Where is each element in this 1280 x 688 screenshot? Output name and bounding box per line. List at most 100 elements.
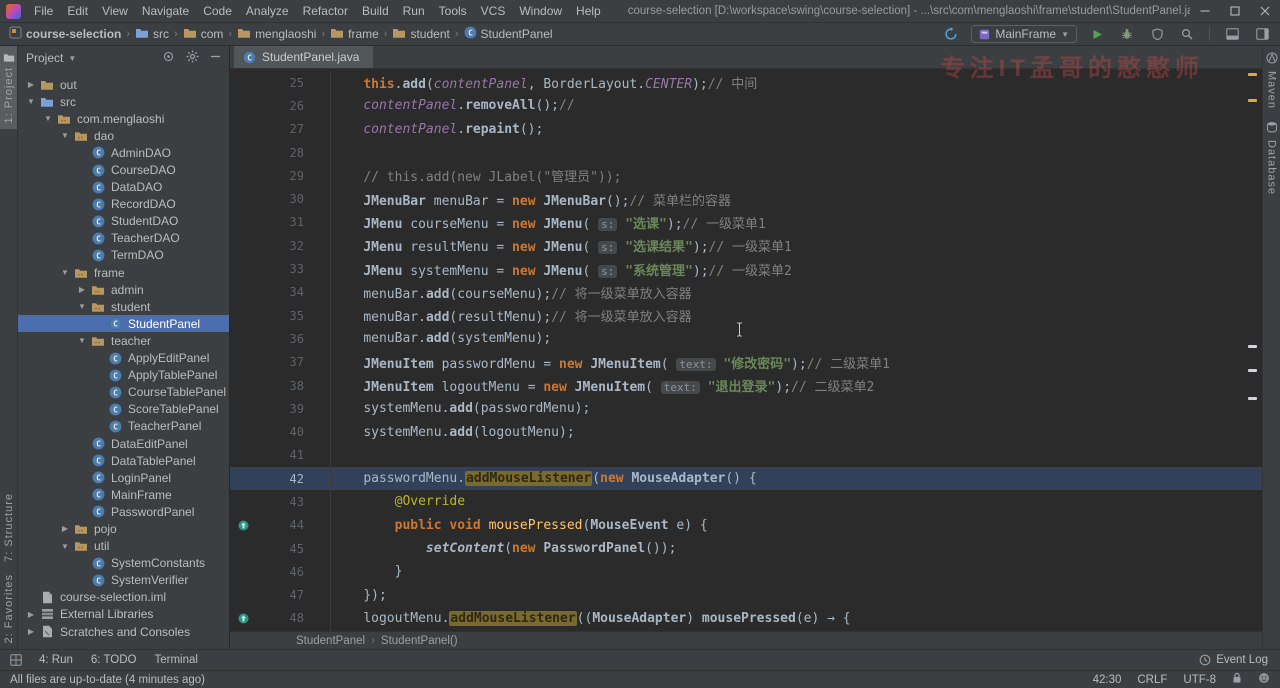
tree-item-dataeditpanel[interactable]: C DataEditPanel: [18, 435, 229, 452]
breadcrumb-menglaoshi[interactable]: menglaoshi: [236, 27, 317, 42]
chevron-collapsed-icon[interactable]: ▶: [24, 80, 38, 89]
chevron-expanded-icon[interactable]: ▼: [24, 97, 38, 106]
menu-navigate[interactable]: Navigate: [135, 0, 196, 22]
breadcrumb-studentpanel[interactable]: StudentPanel(): [381, 635, 458, 647]
project-panel-title[interactable]: Project: [26, 51, 63, 65]
tree-item-datatablepanel[interactable]: C DataTablePanel: [18, 452, 229, 469]
menu-edit[interactable]: Edit: [60, 0, 95, 22]
tree-item-teacher[interactable]: ▼ teacher: [18, 332, 229, 349]
code-line-39[interactable]: 39 systemMenu.add(passwordMenu);: [230, 397, 1262, 421]
scrollbar-mark[interactable]: [1248, 369, 1257, 372]
close-button[interactable]: [1250, 0, 1280, 22]
scrollbar-mark[interactable]: [1248, 345, 1257, 348]
tree-item-admin[interactable]: ▶ admin: [18, 281, 229, 298]
window-switcher-icon[interactable]: [6, 650, 26, 670]
menu-vcs[interactable]: VCS: [474, 0, 513, 22]
tree-item-termdao[interactable]: C TermDAO: [18, 247, 229, 264]
code-line-30[interactable]: 30 JMenuBar menuBar = new JMenuBar();// …: [230, 187, 1262, 211]
gear-icon[interactable]: [186, 50, 199, 66]
menu-refactor[interactable]: Refactor: [296, 0, 355, 22]
code-line-29[interactable]: 29 // this.add(new JLabel("管理员"));: [230, 164, 1262, 188]
lock-icon[interactable]: [1232, 672, 1242, 687]
menu-window[interactable]: Window: [512, 0, 569, 22]
tree-item-com-menglaoshi[interactable]: ▼ com.menglaoshi: [18, 110, 229, 127]
code-line-40[interactable]: 40 systemMenu.add(logoutMenu);: [230, 420, 1262, 444]
file-encoding[interactable]: UTF-8: [1183, 674, 1216, 686]
tree-item-datadao[interactable]: C DataDAO: [18, 179, 229, 196]
code-line-36[interactable]: 36 menuBar.add(systemMenu);: [230, 327, 1262, 351]
tree-item-recorddao[interactable]: C RecordDAO: [18, 196, 229, 213]
code-line-49[interactable]: 49 contentPanel.removeAll();// 重新绘制界面: [230, 630, 1262, 631]
breadcrumb-com[interactable]: com: [182, 27, 225, 42]
maximize-button[interactable]: [1220, 0, 1250, 22]
tool-button-6-todo[interactable]: 6: TODO: [82, 654, 146, 666]
code-line-31[interactable]: 31 JMenu courseMenu = new JMenu( s: "选课"…: [230, 210, 1262, 235]
run-button[interactable]: [1087, 24, 1107, 44]
tool-button-2-favorites[interactable]: 2: Favorites: [3, 568, 15, 649]
tree-item-scratches-and-consoles[interactable]: ▶ Scratches and Consoles: [18, 623, 229, 640]
code-line-38[interactable]: 38 JMenuItem logoutMenu = new JMenuItem(…: [230, 373, 1262, 398]
chevron-collapsed-icon[interactable]: ▶: [75, 285, 89, 294]
breadcrumb-studentpanel[interactable]: C StudentPanel: [463, 26, 554, 42]
code-line-48[interactable]: 48 logoutMenu.addMouseListener((MouseAda…: [230, 606, 1262, 631]
chevron-expanded-icon[interactable]: ▼: [75, 302, 89, 311]
tree-item-teacherdao[interactable]: C TeacherDAO: [18, 230, 229, 247]
override-gutter-icon[interactable]: [230, 613, 256, 624]
hide-panel-icon[interactable]: [210, 51, 221, 65]
code-line-27[interactable]: 27 contentPanel.repaint();: [230, 117, 1262, 141]
tree-item-systemconstants[interactable]: C SystemConstants: [18, 555, 229, 572]
tree-item-teacherpanel[interactable]: C TeacherPanel: [18, 418, 229, 435]
inspections-icon[interactable]: [1258, 672, 1270, 687]
tree-item-coursetablepanel[interactable]: C CourseTablePanel: [18, 384, 229, 401]
tree-item-studentdao[interactable]: C StudentDAO: [18, 213, 229, 230]
code-line-26[interactable]: 26 contentPanel.removeAll();//: [230, 94, 1262, 118]
line-separator[interactable]: CRLF: [1137, 674, 1167, 686]
chevron-expanded-icon[interactable]: ▼: [41, 114, 55, 123]
code-line-34[interactable]: 34 menuBar.add(courseMenu);// 将一级菜单放入容器: [230, 280, 1262, 304]
search-everywhere-icon[interactable]: [1177, 24, 1197, 44]
code-line-42[interactable]: 42 passwordMenu.addMouseListener(new Mou…: [230, 467, 1262, 491]
tree-item-systemverifier[interactable]: C SystemVerifier: [18, 572, 229, 589]
chevron-expanded-icon[interactable]: ▼: [58, 268, 72, 277]
code-line-47[interactable]: 47 });: [230, 583, 1262, 607]
tree-item-course-selection-iml[interactable]: course-selection.iml: [18, 589, 229, 606]
tree-item-util[interactable]: ▼ util: [18, 538, 229, 555]
hide-windows-button[interactable]: [1222, 24, 1242, 44]
menu-run[interactable]: Run: [396, 0, 432, 22]
code-line-35[interactable]: 35 menuBar.add(resultMenu);// 将一级菜单放入容器: [230, 303, 1262, 328]
tree-item-applyeditpanel[interactable]: C ApplyEditPanel: [18, 350, 229, 367]
restore-layout-button[interactable]: [1252, 24, 1272, 44]
chevron-expanded-icon[interactable]: ▼: [75, 336, 89, 345]
tree-item-frame[interactable]: ▼ frame: [18, 264, 229, 281]
tree-item-scoretablepanel[interactable]: C ScoreTablePanel: [18, 401, 229, 418]
tree-item-passwordpanel[interactable]: C PasswordPanel: [18, 503, 229, 520]
code-line-28[interactable]: 28: [230, 140, 1262, 165]
menu-view[interactable]: View: [95, 0, 135, 22]
code-line-37[interactable]: 37 JMenuItem passwordMenu = new JMenuIte…: [230, 350, 1262, 374]
tool-button-4-run[interactable]: 4: Run: [30, 654, 82, 666]
sync-icon[interactable]: [941, 24, 961, 44]
code-line-46[interactable]: 46 }: [230, 560, 1262, 584]
menu-help[interactable]: Help: [569, 0, 608, 22]
scrollbar-mark[interactable]: [1248, 397, 1257, 400]
chevron-collapsed-icon[interactable]: ▶: [24, 627, 38, 636]
breadcrumb-studentpanel[interactable]: StudentPanel: [296, 635, 365, 647]
tool-button-database[interactable]: Database: [1266, 115, 1278, 201]
tree-item-student[interactable]: ▼ student: [18, 298, 229, 315]
scrollbar-mark[interactable]: [1248, 99, 1257, 102]
minimize-button[interactable]: [1190, 0, 1220, 22]
tree-item-pojo[interactable]: ▶ pojo: [18, 520, 229, 537]
code-line-32[interactable]: 32 JMenu resultMenu = new JMenu( s: "选课结…: [230, 234, 1262, 258]
locate-icon[interactable]: [162, 50, 175, 66]
tree-item-external-libraries[interactable]: ▶ External Libraries: [18, 606, 229, 623]
code-line-44[interactable]: 44 public void mousePressed(MouseEvent e…: [230, 513, 1262, 537]
code-line-41[interactable]: 41: [230, 443, 1262, 468]
breadcrumb-frame[interactable]: frame: [329, 27, 380, 42]
breadcrumb-course-selection[interactable]: course-selection: [8, 26, 122, 42]
code-line-43[interactable]: 43 @Override: [230, 490, 1262, 514]
chevron-expanded-icon[interactable]: ▼: [58, 542, 72, 551]
tree-item-dao[interactable]: ▼ dao: [18, 127, 229, 144]
breadcrumb-student[interactable]: student: [391, 27, 450, 42]
override-gutter-icon[interactable]: [230, 520, 256, 531]
menu-build[interactable]: Build: [355, 0, 396, 22]
